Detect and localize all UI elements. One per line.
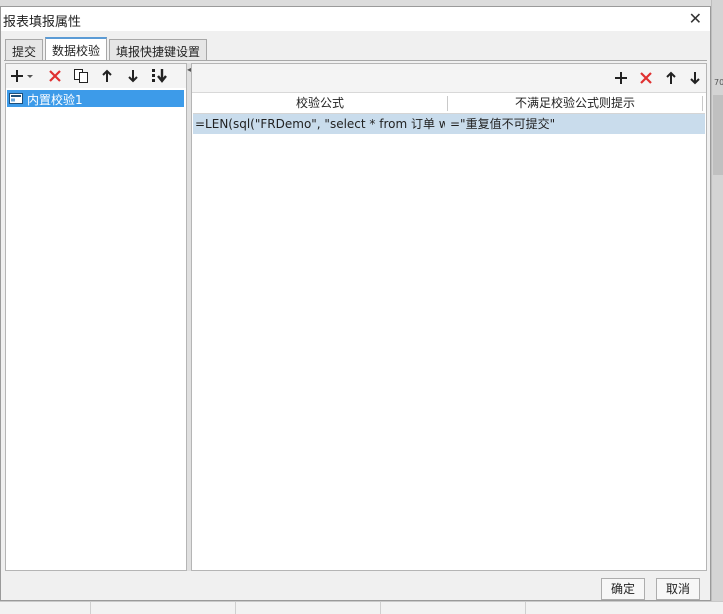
column-divider[interactable]: [702, 96, 703, 111]
validation-list-toolbar: [6, 64, 186, 88]
tab-data-validation[interactable]: 数据校验: [45, 37, 107, 60]
column-header-formula[interactable]: 校验公式: [193, 94, 447, 113]
sheet-gridline: [380, 602, 381, 614]
copy-icon[interactable]: [72, 67, 90, 85]
validation-formula-pane: 校验公式 不满足校验公式则提示 =LEN(sql("FRDemo", "sele…: [191, 63, 707, 571]
tab-panel-border: [4, 60, 707, 61]
sheet-gridline: [90, 602, 91, 614]
sheet-gridline: [235, 602, 236, 614]
table-row[interactable]: =LEN(sql("FRDemo", "select * from 订单 wh.…: [193, 114, 705, 134]
move-down-icon[interactable]: [686, 69, 704, 87]
background-app-right-edge: 70: [711, 0, 723, 613]
close-icon[interactable]: ✕: [689, 9, 702, 28]
dialog-titlebar: 报表填报属性 ✕: [1, 7, 710, 31]
formula-toolbar: [192, 64, 706, 93]
add-dropdown-icon[interactable]: [10, 67, 36, 85]
dialog-title: 报表填报属性: [3, 15, 82, 30]
move-up-icon[interactable]: [98, 67, 116, 85]
background-ruler-label: 70: [714, 78, 723, 87]
column-header-message[interactable]: 不满足校验公式则提示: [448, 94, 702, 113]
background-app-sheet: [0, 601, 723, 614]
report-fill-properties-dialog: 报表填报属性 ✕ 提交 数据校验 填报快捷键设置 内置校验1 校验公式 不满足校…: [0, 6, 711, 601]
tab-fill-shortcuts[interactable]: 填报快捷键设置: [109, 39, 207, 60]
background-scrollbar: [713, 95, 723, 175]
delete-icon[interactable]: [46, 67, 64, 85]
validation-list-pane: 内置校验1: [5, 63, 187, 571]
formula-cell[interactable]: =LEN(sql("FRDemo", "select * from 订单 wh.…: [195, 114, 445, 134]
list-item-label: 内置校验1: [27, 93, 83, 107]
validation-item-icon: [9, 93, 23, 104]
ok-button[interactable]: 确定: [601, 578, 645, 600]
move-up-icon[interactable]: [662, 69, 680, 87]
message-cell[interactable]: ="重复值不可提交": [450, 114, 700, 134]
table-header: 校验公式 不满足校验公式则提示: [193, 94, 705, 114]
cancel-button[interactable]: 取消: [656, 578, 700, 600]
move-down-icon[interactable]: [124, 67, 142, 85]
list-item[interactable]: 内置校验1: [7, 90, 184, 107]
tab-submit[interactable]: 提交: [5, 39, 43, 60]
sheet-gridline: [525, 602, 526, 614]
add-icon[interactable]: [612, 69, 630, 87]
move-bottom-icon[interactable]: [150, 67, 170, 85]
delete-icon[interactable]: [637, 69, 655, 87]
